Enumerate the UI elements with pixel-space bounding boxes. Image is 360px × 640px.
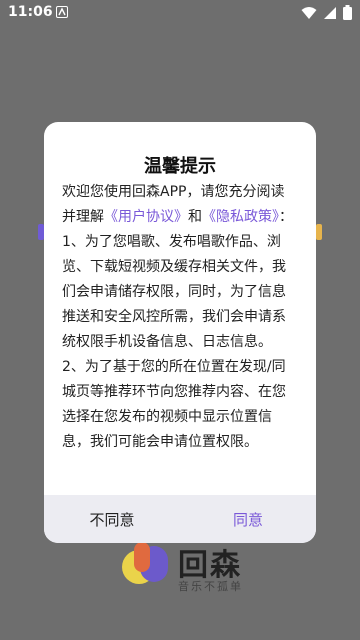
intro-paragraph: 欢迎您使用回森APP，请您充分阅读并理解《用户协议》和《隐私政策》： bbox=[62, 180, 298, 230]
logo-mark-icon bbox=[112, 534, 172, 594]
agree-button[interactable]: 同意 bbox=[180, 495, 316, 543]
battery-icon bbox=[343, 5, 352, 20]
dialog-title: 温馨提示 bbox=[144, 156, 216, 177]
user-agreement-link[interactable]: 《用户协议》 bbox=[104, 209, 188, 225]
colon-text: ： bbox=[279, 209, 293, 225]
dialog-actions: 不同意 同意 bbox=[44, 495, 316, 543]
signal-icon bbox=[324, 6, 336, 19]
notification-icon bbox=[56, 6, 68, 18]
background-accent-right bbox=[316, 224, 322, 240]
app-logo: 回森 音乐不孤单 bbox=[112, 534, 262, 604]
and-text: 和 bbox=[188, 209, 202, 225]
permission-item-1: 1、为了您唱歌、发布唱歌作品、浏览、下载短视频及缓存相关文件，我们会申请储存权限… bbox=[62, 234, 286, 350]
permission-item-2: 2、为了基于您的所在位置在发现/同城页等推荐环节向您推荐内容、在您选择在您发布的… bbox=[62, 359, 286, 450]
status-icons bbox=[301, 5, 352, 20]
status-time: 11:06 bbox=[8, 4, 53, 20]
disagree-button[interactable]: 不同意 bbox=[44, 495, 180, 543]
wifi-icon bbox=[301, 6, 317, 19]
privacy-policy-link[interactable]: 《隐私政策》 bbox=[202, 209, 279, 225]
privacy-dialog: 温馨提示 欢迎您使用回森APP，请您充分阅读并理解《用户协议》和《隐私政策》： … bbox=[44, 122, 316, 543]
status-bar: 11:06 bbox=[0, 0, 360, 24]
logo-slogan: 音乐不孤单 bbox=[178, 580, 243, 593]
dialog-content[interactable]: 欢迎您使用回森APP，请您充分阅读并理解《用户协议》和《隐私政策》： 1、为了您… bbox=[62, 180, 298, 463]
